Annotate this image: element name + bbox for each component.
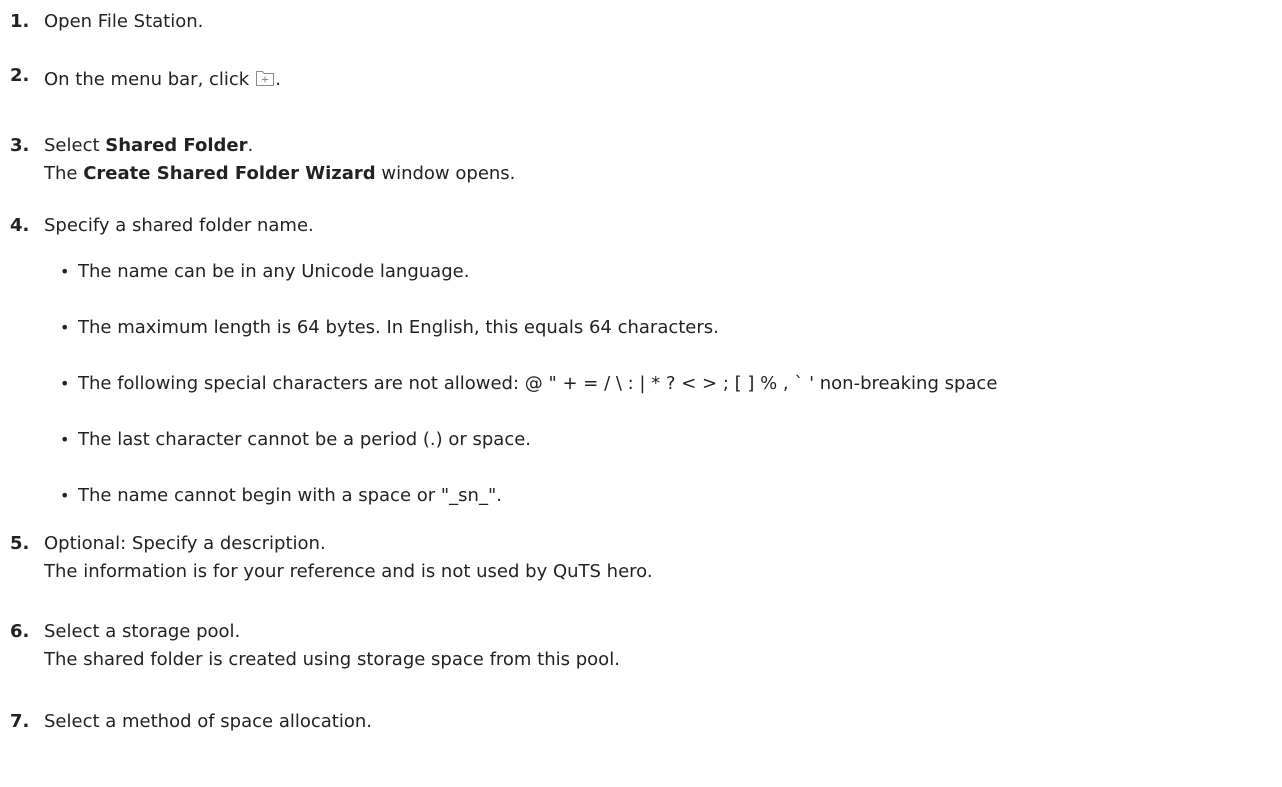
list-item-text: The following special characters are not… (78, 373, 998, 394)
list-item-text: The last character cannot be a period (.… (78, 429, 532, 450)
step-line-2: The shared folder is created using stora… (44, 649, 620, 670)
step-line-2: The Create Shared Folder Wizard window o… (44, 160, 1264, 188)
step-text: Select Shared Folder. The Create Shared … (44, 132, 1264, 188)
list-item-text: The name can be in any Unicode language. (78, 261, 470, 282)
step-number: 4. (10, 215, 30, 236)
list-item: • The maximum length is 64 bytes. In Engl… (60, 314, 719, 342)
ui-label-shared-folder: Shared Folder (105, 135, 248, 156)
step-number: 1. (10, 11, 30, 32)
step-text: Open File Station. (44, 11, 204, 32)
bullet-icon: • (60, 262, 70, 281)
list-item: • The last character cannot be a period (… (60, 426, 531, 454)
step-line-1: Select Shared Folder. (44, 132, 1264, 160)
step-number: 2. (10, 65, 30, 86)
list-item: • The name can be in any Unicode language… (60, 258, 469, 286)
step-text-before-icon: On the menu bar, click (44, 69, 250, 90)
bullet-icon: • (60, 486, 70, 505)
text-suffix: window opens. (375, 163, 516, 184)
step-text: Specify a shared folder name. (44, 215, 314, 236)
step-line-1: Optional: Specify a description. (44, 533, 326, 554)
text-suffix: . (247, 135, 254, 156)
list-item-text: The maximum length is 64 bytes. In Engli… (78, 317, 719, 338)
step-text-after-icon: . (275, 69, 281, 90)
step-line-2: The information is for your reference an… (44, 561, 653, 582)
step-text: Optional: Specify a description. The inf… (44, 530, 1264, 586)
step-line-1: Select a storage pool. (44, 621, 241, 642)
step-number: 7. (10, 711, 30, 732)
step-text: On the menu bar, click . (44, 66, 1264, 94)
bullet-icon: • (60, 318, 70, 337)
list-item: • The name cannot begin with a space or "… (60, 482, 502, 510)
step-text: Select a method of space allocation. (44, 711, 373, 732)
step-text: Select a storage pool. The shared folder… (44, 618, 1264, 674)
bullet-icon: • (60, 430, 70, 449)
step-number: 6. (10, 621, 30, 642)
bullet-icon: • (60, 374, 70, 393)
text-prefix: Select (44, 135, 106, 156)
step-number: 3. (10, 135, 30, 156)
new-folder-icon (256, 71, 275, 86)
list-item: • The following special characters are no… (60, 370, 997, 398)
text-prefix: The (44, 163, 84, 184)
ui-label-wizard: Create Shared Folder Wizard (83, 163, 376, 184)
list-item-text: The name cannot begin with a space or "_… (78, 485, 502, 506)
step-number: 5. (10, 533, 30, 554)
